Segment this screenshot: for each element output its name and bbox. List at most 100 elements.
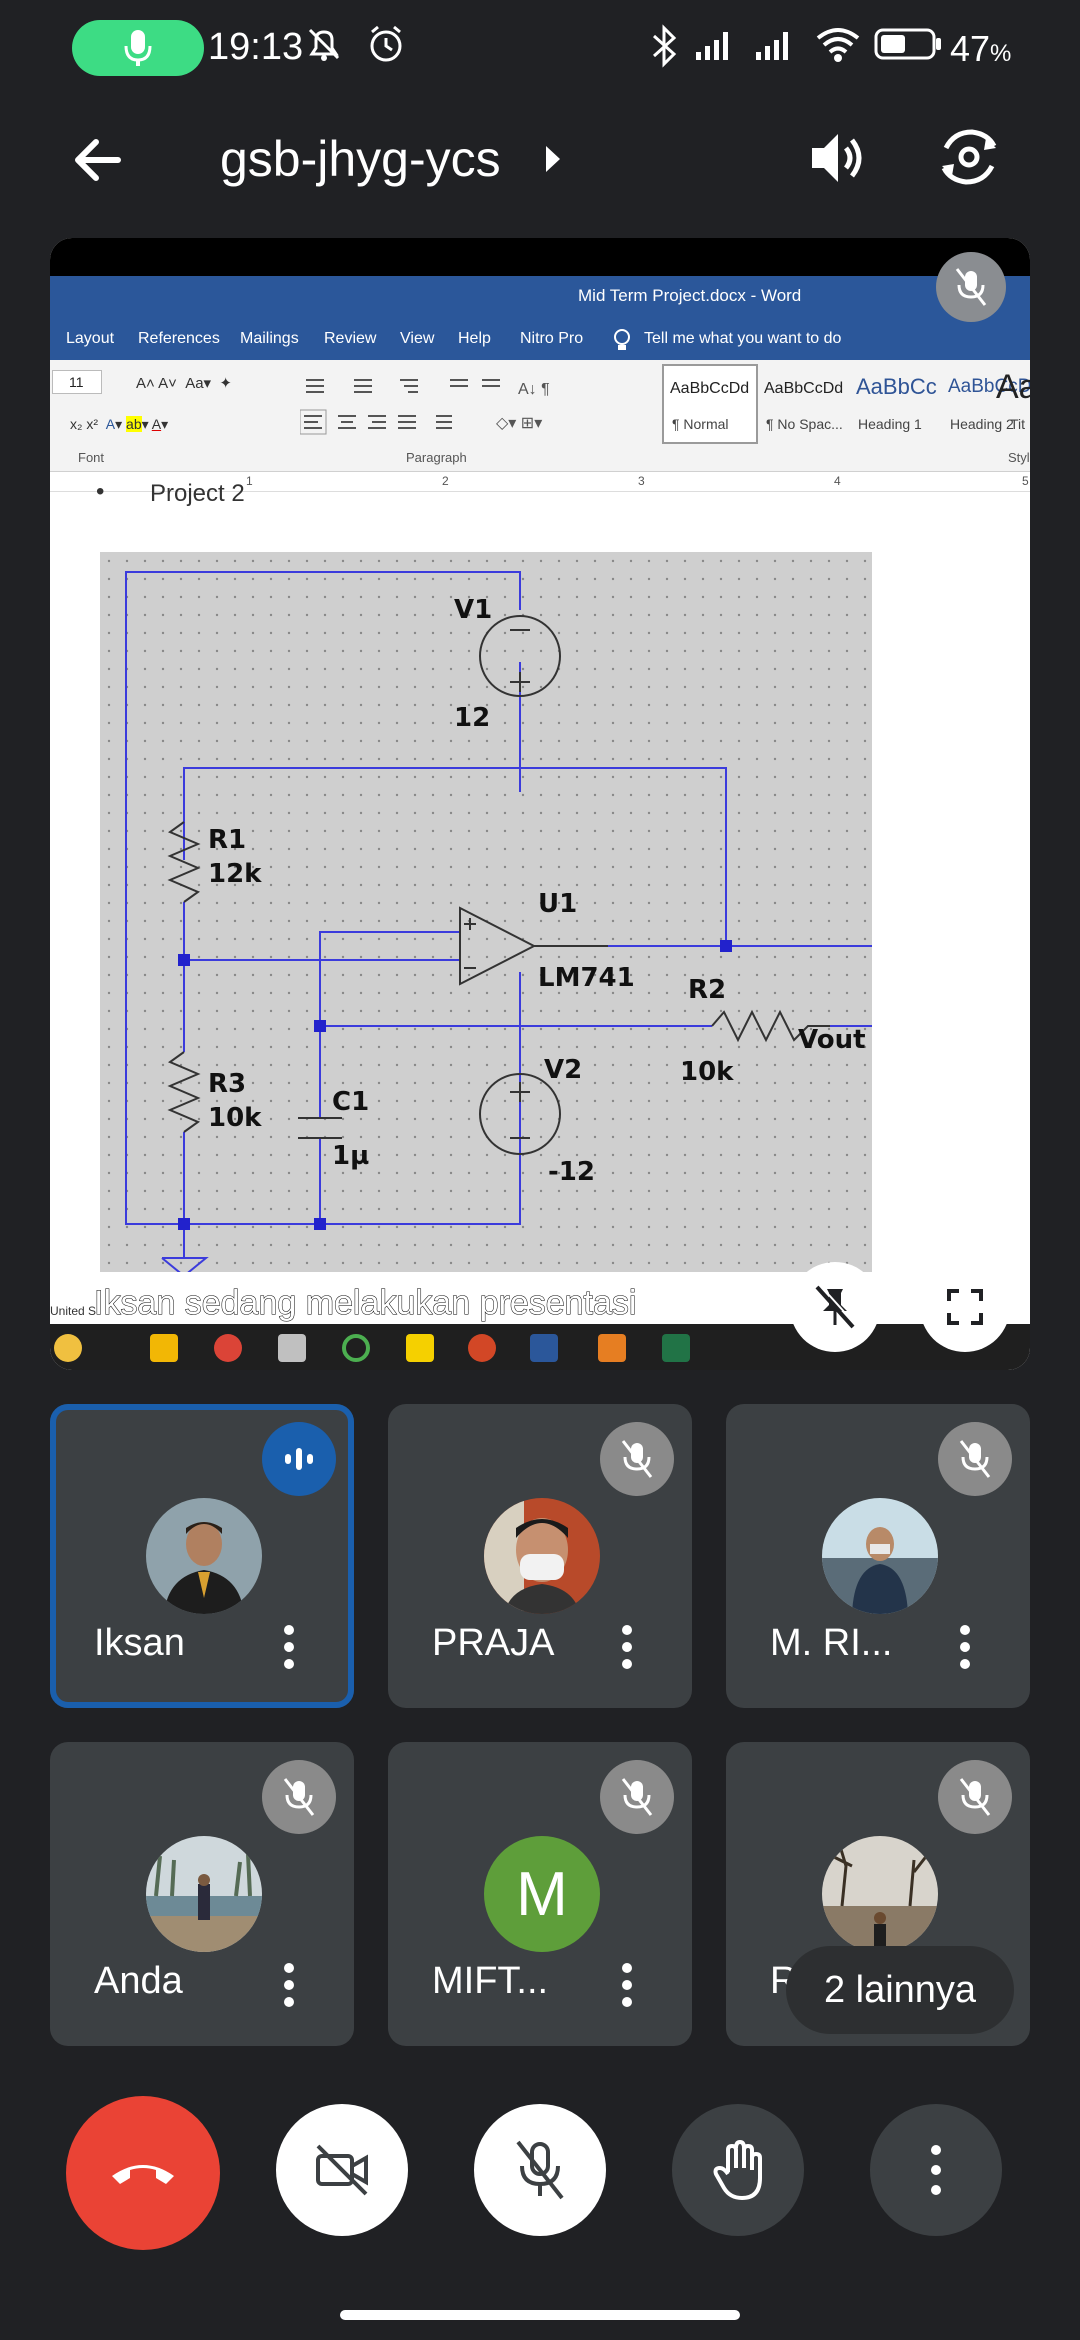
audio-wave-icon [285, 1448, 313, 1470]
chrome-icon [214, 1334, 242, 1362]
participant-tile-iksan[interactable]: Iksan [50, 1404, 354, 1708]
u1-label: U1 [538, 889, 577, 919]
clock: 19:13 [208, 26, 304, 68]
tab-mailings: Mailings [240, 330, 299, 347]
r1-value: 12k [208, 859, 262, 889]
v1-label: V1 [454, 595, 492, 625]
presentation-top-strip [50, 238, 1030, 276]
mic-off-icon [955, 268, 987, 306]
more-options-button[interactable] [870, 2104, 1002, 2236]
home-indicator[interactable] [340, 2310, 740, 2320]
c1-label: C1 [332, 1087, 369, 1117]
participant-name: M. RI... [770, 1622, 893, 1664]
play-arrow-icon[interactable] [544, 142, 564, 176]
mic-off-icon [959, 1778, 991, 1816]
powerpoint-icon [468, 1334, 496, 1362]
mic-off-icon [516, 2140, 564, 2200]
tab-view: View [400, 330, 435, 347]
more-options-icon[interactable] [620, 1624, 634, 1670]
matlab-icon [598, 1334, 626, 1362]
battery-icon [874, 28, 941, 60]
switch-camera-icon[interactable] [936, 124, 1002, 190]
signal-2-icon [756, 32, 788, 60]
unpin-icon [815, 1284, 857, 1329]
font-format-tools: x₂ x² A▾ ab▾ A▾ [70, 416, 169, 432]
sticky-app-icon [406, 1334, 434, 1362]
back-arrow-icon[interactable] [66, 128, 130, 192]
participant-tile-anda[interactable]: Anda [50, 1742, 354, 2046]
avatar-initial: M [484, 1836, 600, 1952]
raise-hand-button[interactable] [672, 2104, 804, 2236]
u1-model: LM741 [538, 963, 635, 993]
presentation-mute-badge [936, 252, 1006, 322]
presentation-view[interactable]: Mid Term Project.docx - Word Layout Refe… [50, 238, 1030, 1370]
tab-references: References [138, 330, 220, 347]
hang-up-icon [112, 2165, 174, 2184]
svg-text:A↓ ¶: A↓ ¶ [518, 381, 550, 398]
doc-heading: Project 2 [150, 480, 245, 507]
muted-badge [600, 1760, 674, 1834]
group-label-paragraph: Paragraph [406, 450, 467, 465]
meeting-code[interactable]: gsb-jhyg-ycs [220, 130, 501, 188]
font-tools: A˄ A˅ Aa▾ ✦ [136, 375, 232, 392]
v2-value: -12 [548, 1157, 595, 1187]
avatar [146, 1498, 262, 1614]
microphone-toggle-button[interactable] [474, 2104, 606, 2236]
participant-tile-m-ri[interactable]: M. RI... [726, 1404, 1030, 1708]
unpin-button[interactable] [790, 1262, 880, 1352]
muted-badge [600, 1422, 674, 1496]
mic-off-icon [621, 1440, 653, 1478]
camera-toggle-button[interactable] [276, 2104, 408, 2236]
tab-help: Help [458, 330, 491, 347]
c1-value: 1µ [332, 1141, 369, 1171]
participant-name: Iksan [94, 1622, 185, 1664]
speaker-icon[interactable] [806, 126, 866, 190]
word-ribbon: 11 A˄ A˅ Aa▾ ✦ x₂ x² A▾ ab▾ A▾ A↓ ¶ ◇▾ ⊞… [50, 360, 1030, 472]
word-icon [530, 1334, 558, 1362]
style-normal: AaBbCcDd ¶ Normal [670, 380, 750, 432]
participant-tile-mift[interactable]: M MIFT... [388, 1742, 692, 2046]
muted-badge [262, 1760, 336, 1834]
participant-tile-praja[interactable]: PRAJA [388, 1404, 692, 1708]
v1-value: 12 [454, 703, 490, 733]
lightbulb-icon [614, 329, 630, 350]
avatar [822, 1498, 938, 1614]
r3-label: R3 [208, 1069, 246, 1099]
more-options-icon[interactable] [620, 1962, 634, 2008]
status-bar: 19:13 47% [0, 0, 1080, 96]
avatar [146, 1836, 262, 1952]
bullet: • [96, 478, 105, 505]
mic-in-use-indicator[interactable] [72, 20, 204, 76]
camera-off-icon [316, 2144, 368, 2196]
tell-me-box: Tell me what you want to do [644, 330, 842, 347]
end-call-button[interactable] [66, 2096, 220, 2250]
start-icon [54, 1334, 82, 1362]
more-vert-icon [931, 2145, 941, 2195]
participant-name: Anda [94, 1960, 183, 2002]
hand-icon [713, 2140, 762, 2200]
more-options-icon[interactable] [958, 1624, 972, 1670]
excel-icon [662, 1334, 690, 1362]
avatar [484, 1498, 600, 1614]
more-participants-button[interactable]: 2 lainnya [786, 1946, 1014, 2034]
more-options-icon[interactable] [282, 1624, 296, 1670]
circuit-schematic: V1 12 R1 12k U1 LM741 R2 10k Vout V2 -12… [100, 552, 872, 1272]
avatar [822, 1836, 938, 1952]
group-label-styles: Styl [1008, 450, 1030, 465]
app-ring-icon [342, 1334, 370, 1362]
meeting-top-bar: gsb-jhyg-ycs [0, 110, 1080, 210]
presenter-caption: Iksan sedang melakukan presentasi [93, 1284, 637, 1323]
bluetooth-icon [652, 24, 677, 68]
microphone-icon [124, 30, 152, 66]
tab-review: Review [324, 330, 377, 347]
style-heading-1: AaBbCc Heading 1 [856, 374, 937, 432]
mic-off-icon [959, 1440, 991, 1478]
document-title: Mid Term Project.docx - Word [578, 286, 802, 305]
style-no-spacing: AaBbCcDd ¶ No Spac... [764, 380, 844, 432]
fullscreen-button[interactable] [920, 1262, 1010, 1352]
participant-name: MIFT... [432, 1960, 549, 2002]
more-options-icon[interactable] [282, 1962, 296, 2008]
signal-1-icon [696, 32, 728, 60]
r2-value: 10k [680, 1057, 734, 1087]
speaking-indicator [262, 1422, 336, 1496]
